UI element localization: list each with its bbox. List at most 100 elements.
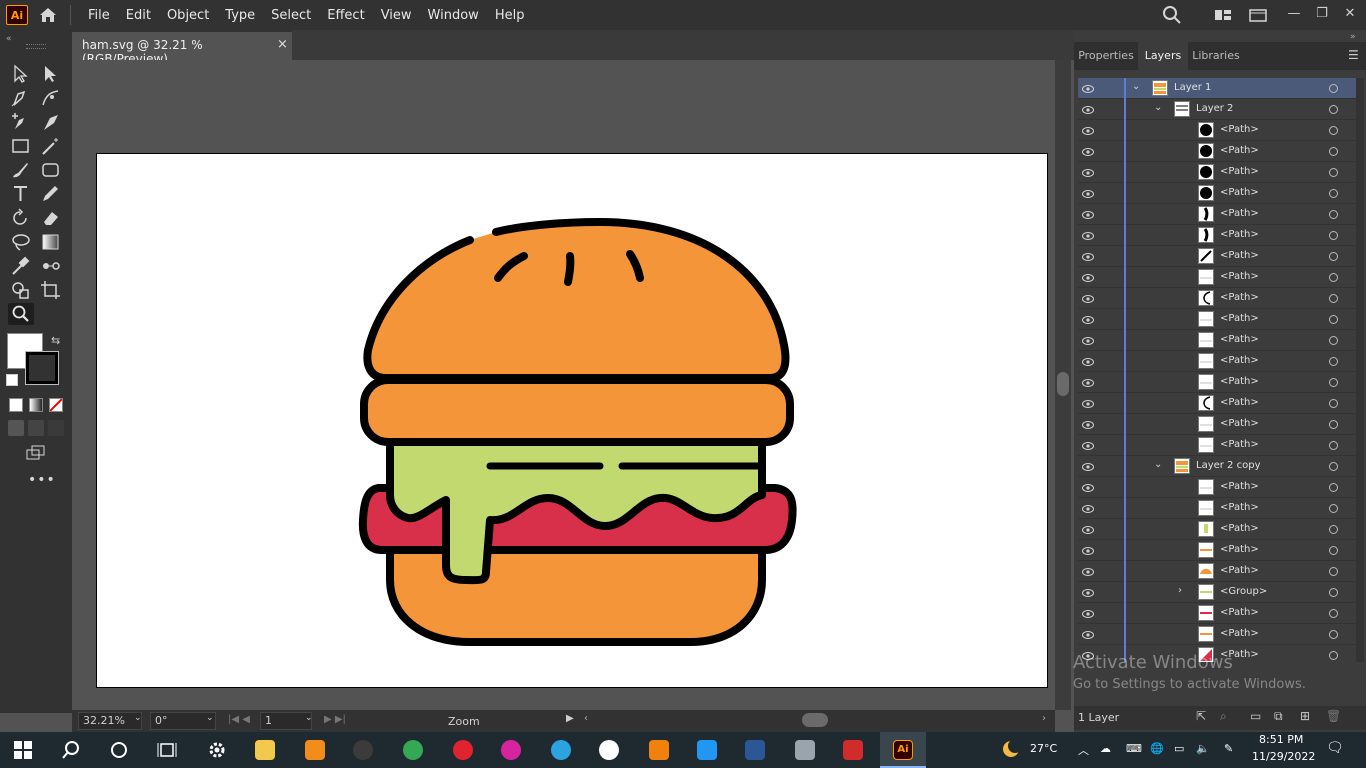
layer-row[interactable]: <Path>	[1078, 498, 1356, 519]
tab-libraries[interactable]: Libraries	[1188, 42, 1244, 70]
taskbar-illustrator-icon[interactable]: Ai	[880, 732, 926, 768]
zoom-dropdown-icon[interactable]: ⌄	[134, 713, 142, 723]
taskbar-chrome-icon[interactable]	[390, 732, 436, 768]
visibility-eye-icon[interactable]	[1082, 629, 1094, 639]
artboard-dropdown-icon[interactable]: ⌄	[305, 713, 313, 723]
menu-help[interactable]: Help	[487, 8, 533, 23]
target-circle-icon[interactable]	[1329, 231, 1338, 240]
add-anchor-tool-icon[interactable]	[10, 112, 32, 132]
close-tab-icon[interactable]: ×	[277, 37, 288, 52]
taskbar-settings-icon[interactable]	[194, 732, 240, 768]
layer-row[interactable]: <Path>	[1078, 204, 1356, 225]
target-circle-icon[interactable]	[1329, 84, 1338, 93]
layer-row[interactable]: <Path>	[1078, 393, 1356, 414]
battery-icon[interactable]: ▭	[1174, 742, 1184, 755]
expand-chevron-icon[interactable]: ⌄	[1154, 102, 1162, 113]
visibility-eye-icon[interactable]	[1082, 230, 1094, 240]
visibility-eye-icon[interactable]	[1082, 293, 1094, 303]
taskbar-search-icon[interactable]	[48, 732, 94, 768]
new-sublayer-icon[interactable]: ⧉	[1274, 709, 1283, 724]
visibility-eye-icon[interactable]	[1082, 482, 1094, 492]
taskbar-app-c-icon[interactable]	[586, 732, 632, 768]
visibility-eye-icon[interactable]	[1082, 587, 1094, 597]
zoom-level-field[interactable]: 32.21%	[78, 712, 142, 730]
tab-properties[interactable]: Properties	[1074, 42, 1138, 70]
weather-temp[interactable]: 27°C	[1030, 742, 1057, 755]
rotate-tool-icon[interactable]	[10, 208, 32, 228]
menu-object[interactable]: Object	[159, 8, 217, 23]
layer-row[interactable]: <Path>	[1078, 435, 1356, 456]
next-artboard-icon[interactable]: ▶ ▶|	[324, 714, 346, 725]
target-circle-icon[interactable]	[1329, 609, 1338, 618]
home-icon[interactable]	[38, 5, 58, 25]
close-window-button[interactable]: ✕	[1336, 0, 1364, 30]
visibility-eye-icon[interactable]	[1082, 104, 1094, 114]
target-circle-icon[interactable]	[1329, 189, 1338, 198]
layer-row[interactable]: <Path>	[1078, 183, 1356, 204]
target-circle-icon[interactable]	[1329, 168, 1338, 177]
rounded-rectangle-tool-icon[interactable]	[40, 160, 62, 180]
first-artboard-icon[interactable]: |◀ ◀	[228, 714, 250, 725]
layer-row[interactable]: <Path>	[1078, 288, 1356, 309]
device-icon[interactable]: ⌨	[1126, 742, 1142, 755]
weather-icon[interactable]	[1000, 738, 1022, 763]
layer-row[interactable]: <Path>	[1078, 162, 1356, 183]
menu-window[interactable]: Window	[420, 8, 487, 23]
taskbar-vlc-icon[interactable]	[292, 732, 338, 768]
anchor-point-tool-icon[interactable]	[40, 112, 62, 132]
swap-colors-icon[interactable]: ⇆	[51, 334, 60, 347]
visibility-eye-icon[interactable]	[1082, 146, 1094, 156]
target-circle-icon[interactable]	[1329, 420, 1338, 429]
layer-row[interactable]: <Path>	[1078, 477, 1356, 498]
layer-row[interactable]: <Path>	[1078, 309, 1356, 330]
layer-row[interactable]: <Path>	[1078, 267, 1356, 288]
shape-builder-tool-icon[interactable]	[10, 280, 32, 300]
layer-row[interactable]: <Path>	[1078, 372, 1356, 393]
draw-inside-icon[interactable]	[48, 420, 64, 436]
visibility-eye-icon[interactable]	[1082, 251, 1094, 261]
workspace-icon[interactable]	[1248, 5, 1268, 25]
rectangle-tool-icon[interactable]	[10, 136, 32, 156]
target-circle-icon[interactable]	[1329, 462, 1338, 471]
restore-button[interactable]: ❐	[1308, 0, 1336, 30]
onedrive-icon[interactable]: ☁	[1100, 742, 1111, 755]
visibility-eye-icon[interactable]	[1082, 356, 1094, 366]
visibility-eye-icon[interactable]	[1082, 566, 1094, 576]
layer-row[interactable]: <Path>	[1078, 519, 1356, 540]
visibility-eye-icon[interactable]	[1082, 377, 1094, 387]
language-icon[interactable]: 🌐	[1150, 742, 1164, 755]
trash-icon[interactable]: 🗑	[1326, 709, 1341, 723]
hamburger-illustration[interactable]	[96, 153, 1048, 688]
collapse-icon[interactable]: «	[6, 34, 12, 44]
taskbar-opera-icon[interactable]	[440, 732, 486, 768]
target-circle-icon[interactable]	[1329, 147, 1338, 156]
visibility-eye-icon[interactable]	[1082, 503, 1094, 513]
target-circle-icon[interactable]	[1329, 210, 1338, 219]
taskbar-telegram-icon[interactable]	[538, 732, 584, 768]
target-circle-icon[interactable]	[1329, 252, 1338, 261]
clock-time[interactable]: 8:51 PM	[1259, 733, 1303, 746]
layer-row[interactable]: ⌄ Layer 2 copy	[1078, 456, 1356, 477]
taskbar-calculator-icon[interactable]	[782, 732, 828, 768]
gradient-tool-icon[interactable]	[40, 232, 62, 252]
target-circle-icon[interactable]	[1329, 567, 1338, 576]
layers-scrollbar[interactable]	[1356, 78, 1364, 662]
export-icon[interactable]: ⇱	[1196, 709, 1206, 723]
illustrator-logo-icon[interactable]: Ai	[6, 5, 28, 25]
menu-edit[interactable]: Edit	[118, 8, 159, 23]
magic-wand-tool-icon[interactable]	[40, 136, 62, 156]
color-mode-icon[interactable]	[9, 398, 23, 412]
rotation-dropdown-icon[interactable]: ⌄	[206, 713, 214, 723]
visibility-eye-icon[interactable]	[1082, 209, 1094, 219]
arrange-documents-icon[interactable]	[1213, 5, 1233, 25]
target-circle-icon[interactable]	[1329, 273, 1338, 282]
target-circle-icon[interactable]	[1329, 504, 1338, 513]
layer-row[interactable]: <Path>	[1078, 120, 1356, 141]
visibility-eye-icon[interactable]	[1082, 125, 1094, 135]
target-circle-icon[interactable]	[1329, 630, 1338, 639]
selection-tool-icon[interactable]	[10, 64, 32, 84]
taskbar-blender-icon[interactable]	[636, 732, 682, 768]
draw-normal-icon[interactable]	[8, 420, 24, 436]
visibility-eye-icon[interactable]	[1082, 608, 1094, 618]
more-tools-icon[interactable]: •••	[28, 472, 56, 488]
